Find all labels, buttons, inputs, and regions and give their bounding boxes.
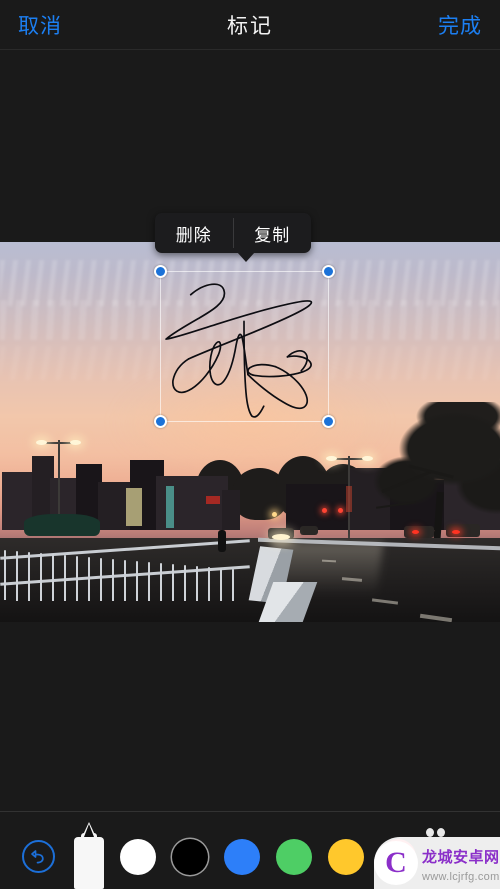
signature-drawing[interactable]: [161, 272, 328, 421]
taillight: [412, 530, 419, 534]
color-swatch-blue[interactable]: [224, 839, 260, 875]
tool-toolbar: C 龙城安卓网 www.lcjrfg.com: [0, 811, 500, 889]
done-button[interactable]: 完成: [438, 10, 482, 40]
street-light-dot: [272, 512, 277, 517]
marker-pen-tool[interactable]: [74, 822, 104, 889]
street-lamp-light: [326, 456, 337, 461]
shop-sign: [206, 496, 220, 504]
pen-tip: [84, 824, 94, 837]
undo-arrow-icon: [30, 849, 44, 863]
watermark-site-name: 龙城安卓网: [422, 849, 500, 866]
car: [404, 526, 434, 538]
street-lamp-light: [36, 440, 47, 445]
shop-sign: [126, 488, 142, 526]
pedestrian: [218, 530, 226, 552]
pen-body: [74, 837, 104, 889]
undo-button[interactable]: [22, 840, 55, 873]
street-lamp-light: [362, 456, 373, 461]
resize-handle-bottom-left[interactable]: [154, 415, 167, 428]
color-swatch-list: [120, 839, 416, 875]
watermark-url: www.lcjrfg.com: [422, 871, 500, 883]
traffic-light: [322, 508, 327, 513]
navigation-bar: 取消 标记 完成: [0, 0, 500, 50]
delete-menu-item[interactable]: 删除: [155, 213, 233, 253]
color-swatch-red[interactable]: [380, 839, 416, 875]
color-swatch-yellow[interactable]: [328, 839, 364, 875]
copy-menu-item[interactable]: 复制: [234, 213, 312, 253]
markup-screen: 取消 标记 完成 删除 复制 C 龙城安卓网 www.lcjrfg.com: [0, 0, 500, 889]
color-swatch-green[interactable]: [276, 839, 312, 875]
shop-sign: [346, 486, 352, 512]
page-title: 标记: [227, 14, 273, 38]
menu-arrow: [237, 252, 255, 262]
shop-sign: [166, 486, 174, 528]
selection-box[interactable]: [154, 265, 335, 428]
car: [446, 524, 480, 537]
resize-handle-bottom-right[interactable]: [322, 415, 335, 428]
taillight: [452, 530, 460, 534]
color-swatch-black[interactable]: [172, 839, 208, 875]
watermark-dots: [426, 828, 448, 837]
car: [300, 526, 318, 535]
street-lamp-light: [70, 440, 81, 445]
context-menu[interactable]: 删除 复制: [155, 213, 312, 262]
green-awning: [24, 514, 100, 536]
resize-handle-top-left[interactable]: [154, 265, 167, 278]
headlight: [272, 534, 290, 540]
left-barrier-fence: [0, 534, 250, 614]
resize-handle-top-right[interactable]: [322, 265, 335, 278]
traffic-light: [338, 508, 343, 513]
color-swatch-white[interactable]: [120, 839, 156, 875]
cancel-button[interactable]: 取消: [18, 10, 62, 40]
markup-canvas[interactable]: 删除 复制: [0, 51, 500, 811]
